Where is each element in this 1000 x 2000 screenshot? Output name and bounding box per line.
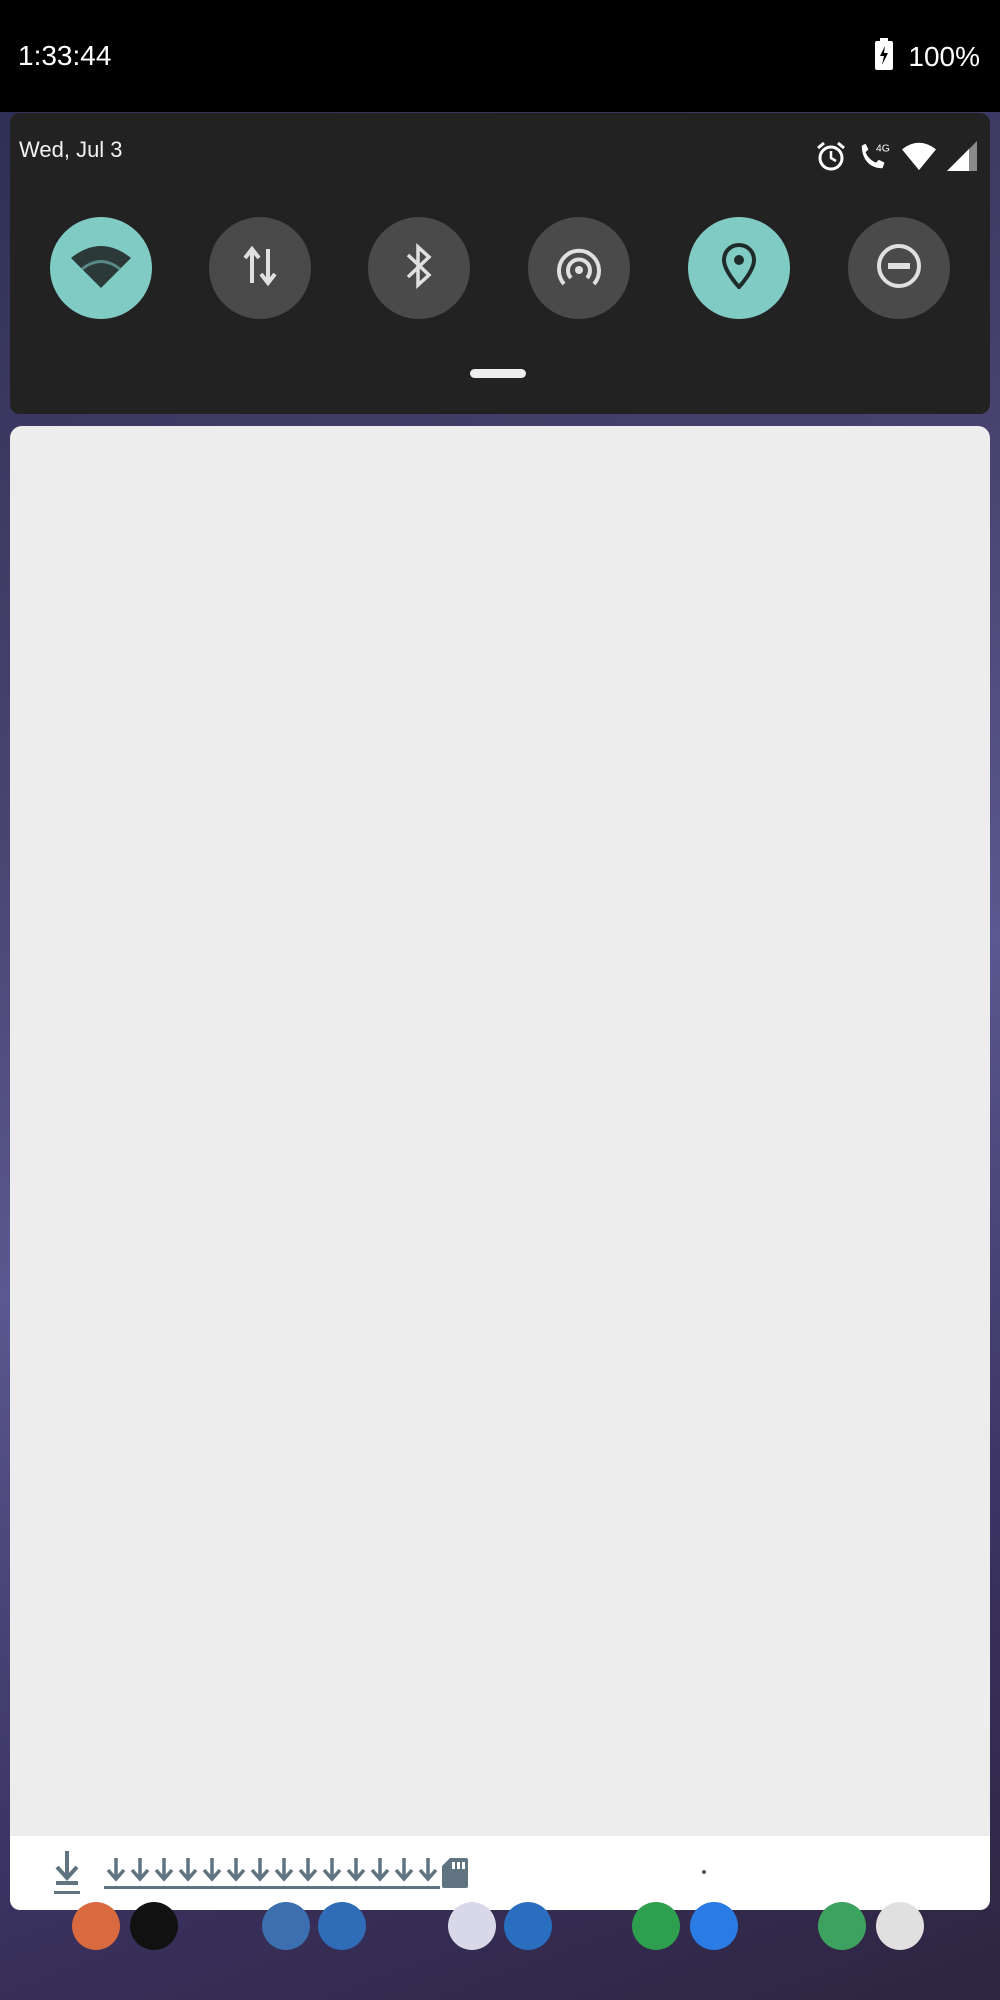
app-icon: [318, 1902, 366, 1950]
data-arrows-icon: [242, 245, 278, 292]
download-icon: [152, 1858, 176, 1889]
hotspot-icon: [555, 244, 603, 293]
status-right-group: 100%: [874, 38, 980, 75]
qs-date[interactable]: Wed, Jul 3: [19, 137, 123, 163]
app-icon: [262, 1902, 310, 1950]
dnd-icon: [875, 242, 923, 295]
expand-handle[interactable]: [470, 369, 526, 378]
app-icon: [72, 1902, 120, 1950]
app-icon: [130, 1902, 178, 1950]
overflow-dot: [702, 1870, 706, 1874]
app-icon: [448, 1902, 496, 1950]
battery-charging-icon: [874, 38, 894, 75]
app-icon: [690, 1902, 738, 1950]
download-icon: [104, 1858, 128, 1889]
download-icon: [392, 1858, 416, 1889]
download-icon: [344, 1858, 368, 1889]
download-icon: [248, 1858, 272, 1889]
download-icon: [128, 1858, 152, 1889]
tile-location[interactable]: [688, 217, 790, 319]
tile-bluetooth[interactable]: [368, 217, 470, 319]
download-icon: [224, 1858, 248, 1889]
notification-icon-strip[interactable]: [10, 1836, 990, 1910]
status-time: 1:33:44: [18, 40, 112, 71]
app-icon: [876, 1902, 924, 1950]
bluetooth-icon: [404, 242, 434, 294]
download-icons-row: [104, 1856, 468, 1890]
wifi-calling-4g-icon: 4G: [858, 139, 892, 173]
app-icon: [818, 1902, 866, 1950]
download-icon: [320, 1858, 344, 1889]
battery-percent: 100%: [908, 40, 980, 72]
home-dock-peek: [0, 1902, 1000, 2000]
tile-hotspot[interactable]: [528, 217, 630, 319]
alarm-icon: [814, 139, 848, 173]
quick-settings-panel: Wed, Jul 3 4G: [10, 113, 990, 414]
sd-card-icon: [442, 1858, 468, 1888]
download-icon: [176, 1858, 200, 1889]
cell-signal-icon: [946, 139, 980, 173]
wifi-signal-icon: [902, 139, 936, 173]
volte-label: 4G: [876, 143, 890, 154]
location-pin-icon: [721, 242, 757, 294]
download-icon: [200, 1858, 224, 1889]
download-icon: [296, 1858, 320, 1889]
download-icon: [368, 1858, 392, 1889]
tile-do-not-disturb[interactable]: [848, 217, 950, 319]
notification-area: [10, 426, 990, 1836]
status-bar: 1:33:44 100%: [0, 0, 1000, 112]
tile-mobile-data[interactable]: [209, 217, 311, 319]
qs-status-icons: 4G: [814, 139, 980, 173]
download-icon: [10, 1847, 84, 1900]
app-icon: [632, 1902, 680, 1950]
download-icon: [272, 1858, 296, 1889]
app-icon: [504, 1902, 552, 1950]
wifi-icon: [71, 244, 131, 293]
download-icon: [416, 1858, 440, 1889]
tile-wifi[interactable]: [50, 217, 152, 319]
